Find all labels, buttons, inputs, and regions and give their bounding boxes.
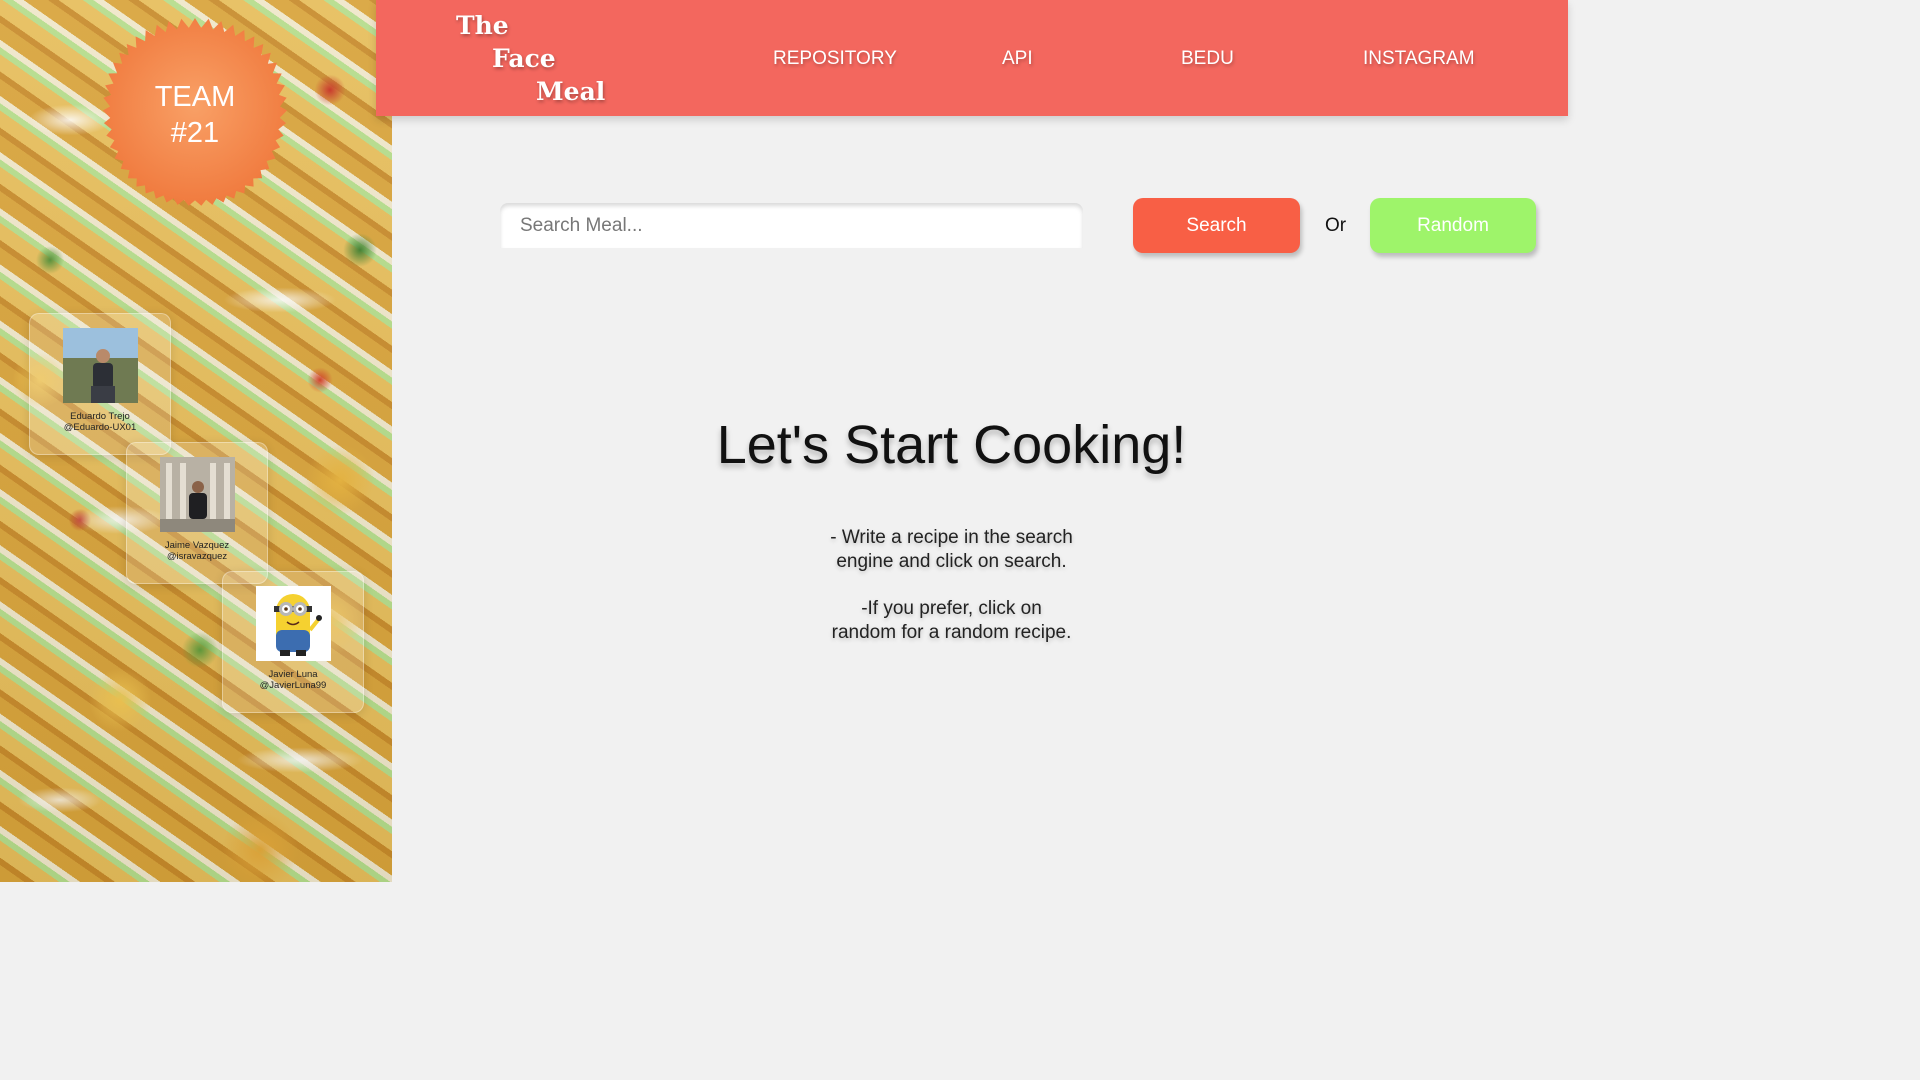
- search-button[interactable]: Search: [1133, 198, 1300, 253]
- app-logo[interactable]: The Face Meal: [456, 9, 605, 108]
- random-instruction: -If you prefer, click on random for a ra…: [720, 597, 1183, 645]
- random-instruction-line-1: -If you prefer, click on: [861, 598, 1042, 619]
- search-instruction-line-2: engine and click on search.: [836, 551, 1067, 572]
- member-card-jaime[interactable]: Jaime Vazquez @isravazquez: [126, 442, 268, 584]
- member-name: Eduardo Trejo: [70, 411, 130, 422]
- avatar: [255, 586, 331, 661]
- random-instruction-line-2: random for a random recipe.: [831, 622, 1072, 643]
- top-header: The Face Meal REPOSITORY API BEDU INSTAG…: [376, 0, 1568, 116]
- search-instruction-line-1: - Write a recipe in the search: [830, 527, 1073, 548]
- avatar: [159, 457, 235, 532]
- logo-line-2: Face: [492, 44, 556, 73]
- nav-link-instagram[interactable]: INSTAGRAM: [1363, 47, 1475, 71]
- nav-link-bedu[interactable]: BEDU: [1181, 47, 1234, 71]
- member-handle: @JavierLuna99: [259, 680, 327, 691]
- logo-line-1: The: [456, 11, 509, 40]
- member-name: Javier Luna: [268, 669, 318, 680]
- member-card-javier[interactable]: Javier Luna @JavierLuna99: [222, 571, 364, 713]
- avatar: [62, 328, 138, 403]
- member-handle: @isravazquez: [166, 551, 228, 562]
- or-label: Or: [1325, 215, 1347, 236]
- search-input[interactable]: [500, 203, 1083, 248]
- member-handle: @Eduardo-UX01: [63, 422, 137, 433]
- random-button[interactable]: Random: [1370, 198, 1536, 253]
- team-badge-label: TEAM: [154, 81, 236, 113]
- nav-link-repository[interactable]: REPOSITORY: [773, 47, 897, 71]
- page-title: Let's Start Cooking!: [716, 415, 1187, 475]
- member-card-eduardo[interactable]: Eduardo Trejo @Eduardo-UX01: [29, 313, 171, 455]
- logo-line-3: Meal: [536, 77, 606, 106]
- search-instruction: - Write a recipe in the search engine an…: [720, 526, 1183, 574]
- nav-link-api[interactable]: API: [1002, 47, 1033, 71]
- member-name: Jaime Vazquez: [164, 540, 230, 551]
- team-badge-number: #21: [170, 117, 220, 149]
